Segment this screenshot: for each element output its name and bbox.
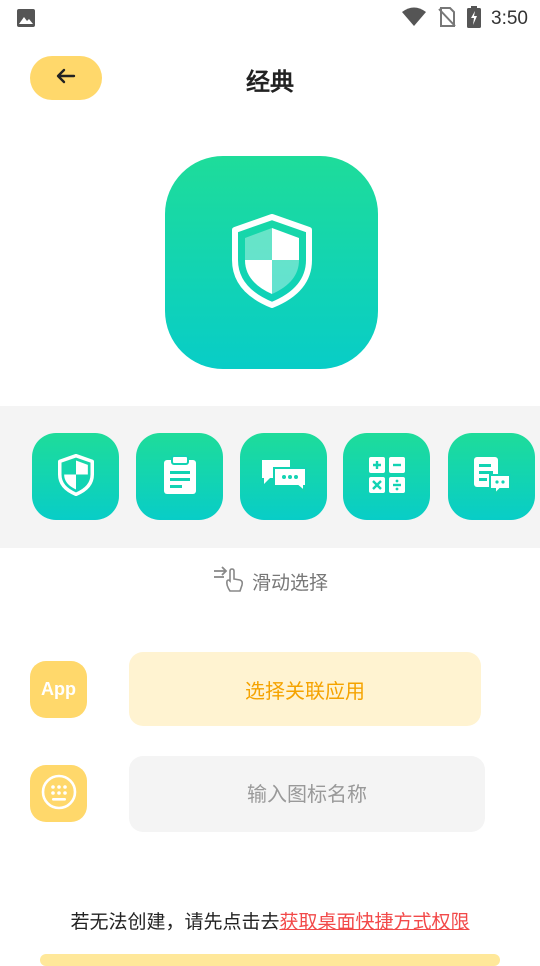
- icon-option-chat[interactable]: [240, 433, 327, 520]
- create-button-partial[interactable]: [40, 954, 500, 966]
- status-time: 3:50: [491, 8, 528, 29]
- icon-option-calculator[interactable]: [343, 433, 430, 520]
- app-badge-label: App: [41, 679, 76, 699]
- keyboard-icon: [41, 774, 77, 814]
- select-app-button[interactable]: 选择关联应用: [129, 652, 481, 726]
- icon-selector-strip[interactable]: [0, 406, 540, 548]
- swipe-hint-label: 滑动选择: [251, 572, 328, 594]
- page-title: 经典: [246, 68, 294, 96]
- status-bar: 3:50: [0, 0, 540, 36]
- permission-notice-text: 若无法创建，请先点击去: [70, 911, 280, 933]
- clipboard-icon: [162, 454, 198, 499]
- gallery-notification-icon: [16, 8, 36, 32]
- icon-option-clipboard[interactable]: [136, 433, 223, 520]
- keyboard-badge: [30, 765, 87, 822]
- permission-notice: 若无法创建，请先点击去获取桌面快捷方式权限: [0, 907, 540, 934]
- selected-icon-preview: [165, 156, 378, 369]
- icon-option-shield[interactable]: [32, 433, 119, 520]
- calculator-icon: [368, 456, 406, 498]
- app-badge: App: [30, 661, 87, 718]
- swipe-hand-icon: [212, 565, 244, 598]
- wifi-icon: [401, 7, 427, 31]
- icon-option-document-chat[interactable]: [448, 433, 535, 520]
- shortcut-permission-link[interactable]: 获取桌面快捷方式权限: [280, 911, 470, 933]
- battery-charging-icon: [467, 6, 482, 32]
- document-chat-icon: [472, 455, 512, 499]
- shield-icon: [57, 453, 94, 500]
- icon-name-input[interactable]: [129, 756, 485, 832]
- shield-icon: [231, 213, 313, 312]
- chat-bubbles-icon: [260, 458, 308, 496]
- no-sim-icon: [437, 6, 457, 32]
- swipe-hint: 滑动选择: [0, 565, 540, 598]
